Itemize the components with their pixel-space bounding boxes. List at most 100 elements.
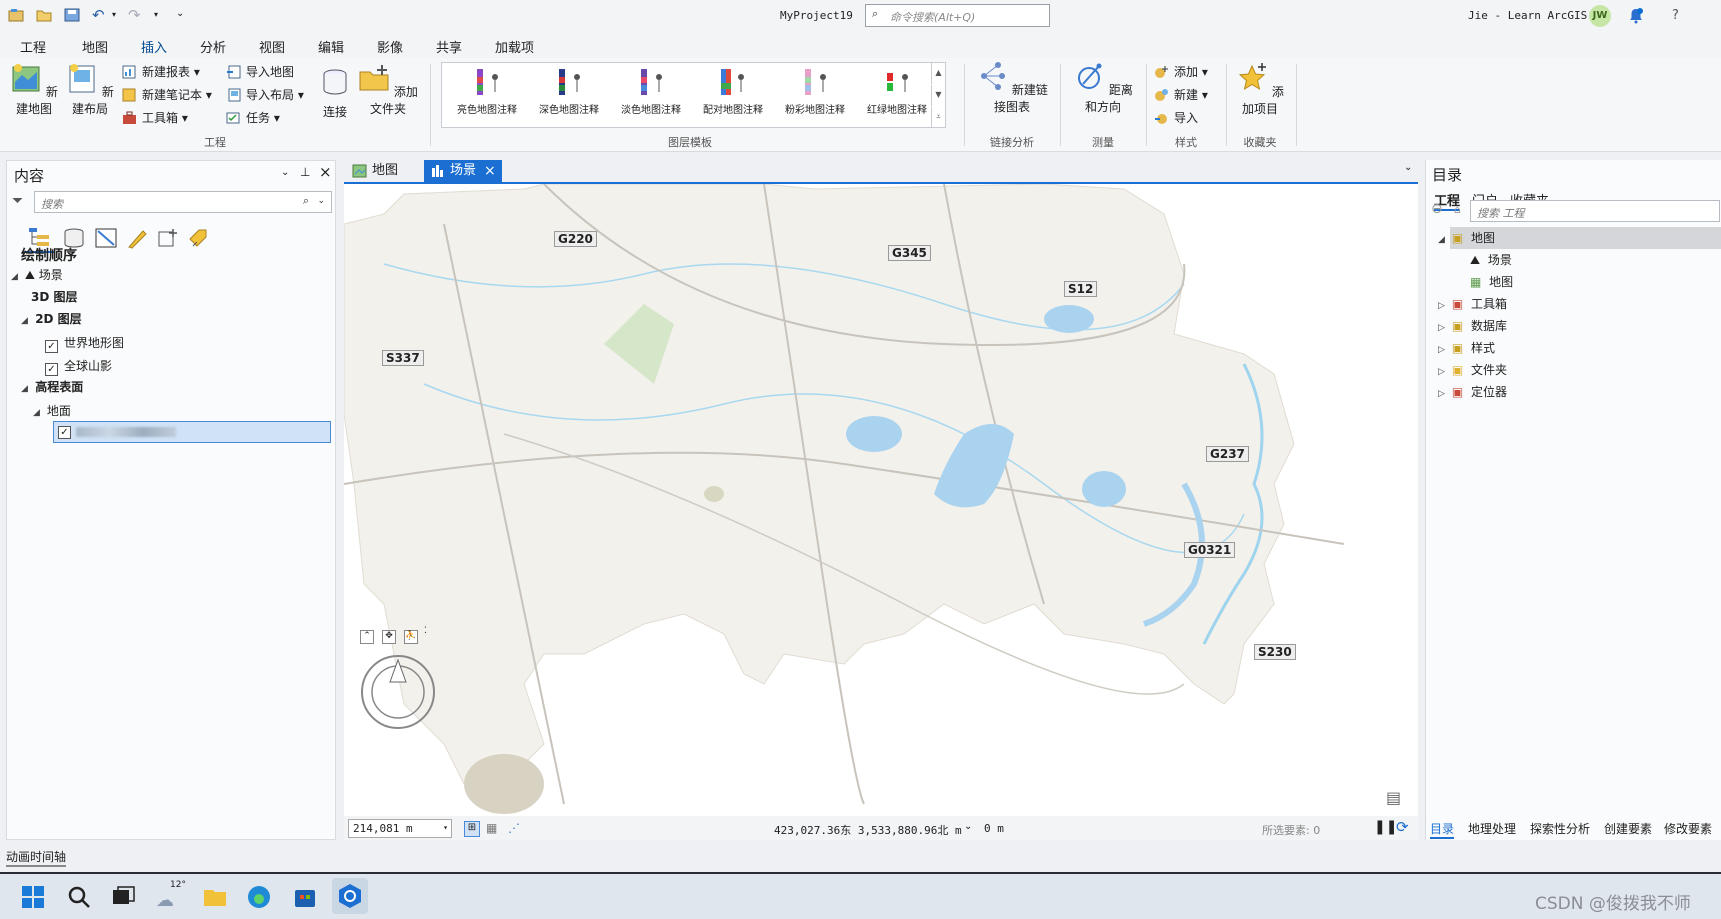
notification-bell-icon[interactable] bbox=[1628, 7, 1644, 24]
table-icon[interactable]: ▦ bbox=[486, 821, 497, 835]
tree-elevation-surfaces[interactable]: ◢ 高程表面 bbox=[21, 377, 83, 397]
layer-world-topo[interactable]: ✓ 世界地形图 bbox=[45, 333, 124, 353]
tree-2d-layers[interactable]: ◢ 2D 图层 bbox=[21, 309, 82, 329]
template-dark-annotation[interactable]: 深色地图注释 bbox=[528, 67, 610, 116]
scene-view-canvas[interactable]: G220 G345 S12 S337 G237 G0321 S230 ⌃ ✥ ⛹… bbox=[344, 182, 1418, 816]
toolbox-button[interactable]: 工具箱 ▾ bbox=[122, 108, 188, 128]
tab-map-view[interactable]: 地图 bbox=[346, 160, 420, 182]
edge-browser-icon[interactable] bbox=[246, 884, 272, 910]
list-by-selection-icon[interactable] bbox=[94, 227, 118, 249]
new-notebook-button[interactable]: 新建笔记本 ▾ bbox=[122, 85, 212, 105]
connect-button[interactable]: 连接 bbox=[316, 66, 354, 120]
catalog-item-databases[interactable]: ▷ ▣ 数据库 bbox=[1438, 315, 1507, 337]
new-layout-button[interactable]: 新建布局 bbox=[64, 62, 116, 117]
start-icon[interactable] bbox=[20, 884, 46, 910]
close-tab-icon[interactable]: × bbox=[484, 160, 496, 182]
catalog-item-map[interactable]: ▦ 地图 bbox=[1470, 271, 1513, 293]
add-item-button[interactable]: 添加项目 bbox=[1232, 62, 1288, 117]
template-pastel-annotation[interactable]: 粉彩地图注释 bbox=[774, 67, 856, 116]
tab-edit[interactable]: 编辑 bbox=[316, 35, 346, 58]
layer-visibility-checkbox[interactable]: ✓ bbox=[58, 426, 71, 439]
redo-dropdown-icon[interactable]: ▾ bbox=[154, 10, 158, 19]
navigator-compass[interactable] bbox=[360, 654, 436, 730]
arcgis-pro-taskbar-button[interactable] bbox=[332, 878, 368, 914]
bottom-tab-geoprocessing[interactable]: 地理处理 bbox=[1468, 820, 1516, 837]
list-by-editing-icon[interactable] bbox=[125, 227, 149, 249]
redo-icon[interactable]: ↷ bbox=[128, 6, 141, 24]
add-folder-button[interactable]: 添加文件夹 bbox=[356, 62, 420, 117]
tab-addins[interactable]: 加载项 bbox=[493, 35, 536, 58]
back-icon[interactable]: ⊖ bbox=[1431, 201, 1443, 217]
collapse-arrow-icon[interactable]: ◢ bbox=[11, 267, 21, 287]
tab-share[interactable]: 共享 bbox=[434, 35, 464, 58]
task-button[interactable]: 任务 ▾ bbox=[226, 108, 280, 128]
expand-arrow-icon[interactable]: ▷ bbox=[1438, 295, 1448, 317]
tree-scene[interactable]: ◢ ⛰ 场景 bbox=[11, 265, 63, 285]
new-map-button[interactable]: 新建地图 bbox=[8, 62, 60, 117]
avatar[interactable]: JW bbox=[1589, 5, 1611, 27]
snapping-icon[interactable]: ⋰ bbox=[508, 821, 520, 835]
contents-search-input[interactable]: 搜索 ⌕ ⌄ bbox=[34, 191, 332, 213]
template-red-green-annotation[interactable]: 红绿地图注释 bbox=[856, 67, 938, 116]
grid-icon[interactable]: ⊞ bbox=[464, 821, 480, 837]
bottom-tab-catalog[interactable]: 目录 bbox=[1430, 820, 1455, 839]
template-muted-annotation[interactable]: 淡色地图注释 bbox=[610, 67, 692, 116]
undo-icon[interactable]: ↶ bbox=[92, 6, 105, 24]
coordinate-format-dropdown-icon[interactable]: ⌄ bbox=[964, 821, 972, 832]
catalog-item-styles[interactable]: ▷ ▣ 样式 bbox=[1438, 337, 1495, 359]
pane-options-icon[interactable]: ⌄ bbox=[281, 167, 289, 178]
style-add-button[interactable]: 添加 ▾ bbox=[1154, 62, 1208, 82]
search-icon[interactable] bbox=[66, 884, 92, 910]
collapse-arrow-icon[interactable]: ◢ bbox=[33, 403, 43, 423]
catalog-item-locators[interactable]: ▷ ▣ 定位器 bbox=[1438, 381, 1507, 403]
import-layout-button[interactable]: 导入布局 ▾ bbox=[226, 85, 304, 105]
tab-view[interactable]: 视图 bbox=[257, 35, 287, 58]
expand-arrow-icon[interactable]: ▷ bbox=[1438, 383, 1448, 405]
scale-selector[interactable]: 214,081 m ▾ bbox=[348, 819, 452, 838]
bottom-tab-create-features[interactable]: 创建要素 bbox=[1604, 820, 1652, 837]
tab-analysis[interactable]: 分析 bbox=[198, 35, 228, 58]
layer-hillshade[interactable]: ✓ 全球山影 bbox=[45, 356, 112, 376]
distance-direction-button[interactable]: 距离和方向 bbox=[1068, 60, 1138, 115]
catalog-item-folders[interactable]: ▷ ▣ 文件夹 bbox=[1438, 359, 1507, 381]
undo-dropdown-icon[interactable]: ▾ bbox=[112, 10, 116, 19]
tab-imagery[interactable]: 影像 bbox=[375, 35, 405, 58]
gallery-expand[interactable]: ⩡ bbox=[931, 107, 945, 128]
signed-in-user[interactable]: Jie - Learn ArcGIS bbox=[1468, 9, 1587, 22]
map-overview-icon[interactable]: ▤ bbox=[1386, 788, 1401, 807]
collapse-arrow-icon[interactable]: ◢ bbox=[21, 379, 31, 399]
catalog-item-maps[interactable]: ◢ ▣ 地图 bbox=[1438, 227, 1495, 249]
tab-insert[interactable]: 插入 bbox=[139, 35, 170, 60]
weather-widget[interactable]: ☁ 12° bbox=[156, 880, 186, 911]
help-icon[interactable]: ? bbox=[1672, 8, 1679, 23]
new-link-chart-button[interactable]: 新建链接图表 bbox=[972, 60, 1052, 115]
animation-timeline-tab[interactable]: 动画时间轴 bbox=[6, 848, 67, 867]
tab-scene-view[interactable]: 场景 × bbox=[424, 160, 502, 182]
customize-toolbar-icon[interactable]: ⌄ bbox=[176, 8, 184, 19]
catalog-item-scene[interactable]: ⛰ 场景 bbox=[1470, 249, 1512, 271]
catalog-item-toolboxes[interactable]: ▷ ▣ 工具箱 bbox=[1438, 293, 1507, 315]
collapse-arrow-icon[interactable]: ◢ bbox=[1438, 229, 1448, 251]
list-by-labeling-icon[interactable] bbox=[187, 227, 211, 249]
open-project-icon[interactable] bbox=[36, 8, 52, 22]
full-extent-icon[interactable]: ✥ bbox=[382, 630, 396, 644]
catalog-search-input[interactable]: 搜索 工程 bbox=[1470, 200, 1720, 222]
tree-ground[interactable]: ◢ 地面 bbox=[33, 401, 71, 421]
navigator-collapse-icon[interactable]: ⌃ bbox=[360, 630, 374, 644]
tree-3d-layers[interactable]: 3D 图层 bbox=[31, 287, 78, 307]
bottom-tab-modify-features[interactable]: 修改要素 bbox=[1664, 820, 1712, 837]
filter-icon[interactable]: ⏷ bbox=[12, 193, 23, 209]
expand-arrow-icon[interactable]: ▷ bbox=[1438, 339, 1448, 361]
import-map-button[interactable]: 导入地图 bbox=[226, 62, 294, 82]
save-icon[interactable] bbox=[64, 8, 80, 22]
file-explorer-icon[interactable] bbox=[202, 884, 228, 910]
tab-project[interactable]: 工程 bbox=[18, 35, 48, 58]
gallery-scroll-down[interactable]: ▼ bbox=[931, 85, 945, 106]
command-search-input[interactable]: ⌕ 命令搜索(Alt+Q) bbox=[865, 4, 1050, 27]
style-import-button[interactable]: 导入 bbox=[1154, 108, 1198, 128]
refresh-icon[interactable]: ⟳ bbox=[1396, 818, 1409, 836]
gallery-scroll-up[interactable]: ▲ bbox=[931, 63, 945, 84]
bottom-tab-exploratory-analysis[interactable]: 探索性分析 bbox=[1530, 820, 1590, 837]
tabs-overflow-icon[interactable]: ⌄ bbox=[1404, 162, 1412, 173]
layer-visibility-checkbox[interactable]: ✓ bbox=[45, 340, 58, 353]
